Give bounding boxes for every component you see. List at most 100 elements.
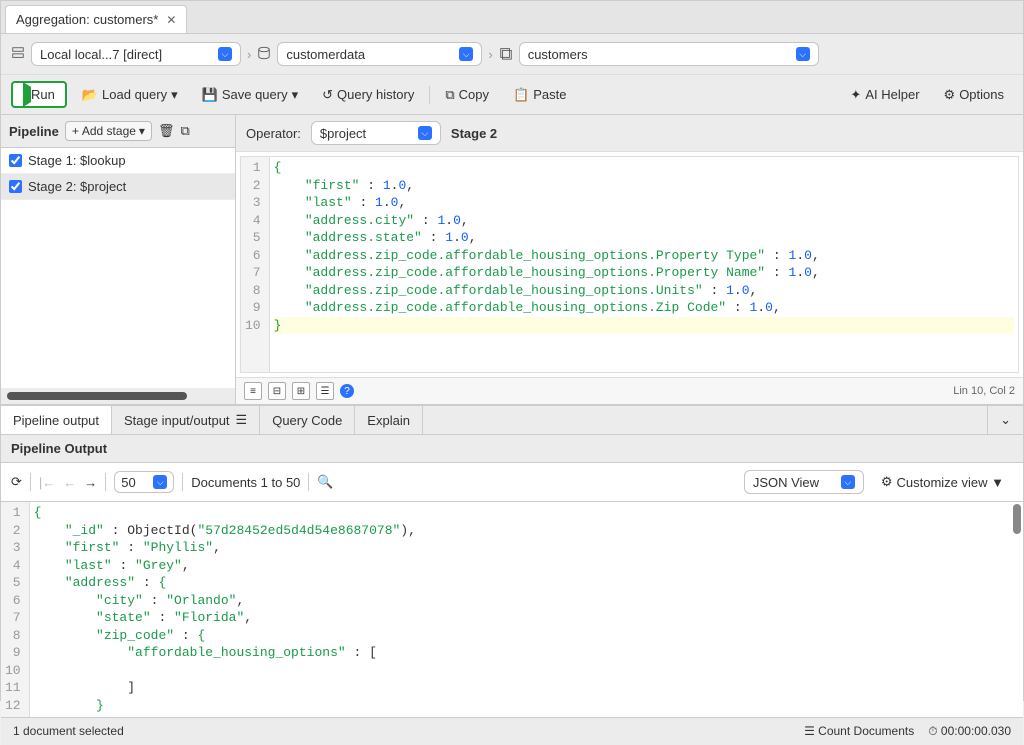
count-documents-button[interactable]: ☰ Count Documents — [804, 724, 914, 738]
stage-item[interactable]: Stage 2: $project — [1, 174, 235, 200]
expand-icon[interactable]: ⊞ — [292, 382, 310, 400]
query-history-label: Query history — [337, 87, 414, 102]
customize-view-button[interactable]: ⚙ Customize view ▼ — [872, 469, 1013, 495]
load-query-label: Load query — [102, 87, 167, 102]
tab-explain[interactable]: Explain — [355, 406, 423, 434]
customize-view-label: Customize view ▼ — [896, 475, 1004, 490]
operator-value: $project — [320, 126, 366, 141]
divider — [429, 86, 430, 104]
pipeline-title: Pipeline — [9, 124, 59, 139]
add-stage-button[interactable]: + Add stage ▾ — [65, 121, 152, 141]
output-viewer[interactable]: 123456789101112 { "_id" : ObjectId("57d2… — [1, 502, 1023, 717]
next-page-icon[interactable]: → — [84, 475, 97, 490]
list-icon: ☰ — [804, 724, 818, 738]
run-button[interactable]: Run — [11, 81, 67, 108]
line-gutter: 12345678910 — [241, 157, 270, 372]
breadcrumb-sep: › — [247, 47, 251, 62]
output-title: Pipeline Output — [1, 435, 1023, 463]
operator-label: Operator: — [246, 126, 301, 141]
query-history-button[interactable]: ↺ Query history — [313, 82, 423, 108]
database-icon — [257, 46, 271, 63]
copy-label: Copy — [459, 87, 489, 102]
clock-icon: ⏱ — [928, 724, 941, 738]
app-root: Aggregation: customers* ✕ Local local...… — [0, 0, 1024, 701]
horizontal-scrollbar[interactable] — [7, 392, 187, 400]
stage-checkbox[interactable] — [9, 180, 22, 193]
collapse-icon[interactable]: ⊟ — [268, 382, 286, 400]
connection-selector[interactable]: Local local...7 [direct] ⌵ — [31, 42, 241, 66]
format-icon[interactable]: ≡ — [244, 382, 262, 400]
chevron-down-icon: ⌵ — [459, 47, 473, 61]
document-tab[interactable]: Aggregation: customers* ✕ — [5, 5, 187, 33]
options-label: Options — [959, 87, 1004, 102]
tree-icon[interactable]: ☰ — [316, 382, 334, 400]
stage-label: Stage 2 — [451, 126, 497, 141]
ai-helper-label: AI Helper — [865, 87, 919, 102]
page-size-value: 50 — [121, 475, 135, 490]
duplicate-icon[interactable]: ⧉ — [180, 123, 189, 139]
database-selector[interactable]: customerdata ⌵ — [277, 42, 482, 66]
chevron-down-icon: ▾ — [171, 87, 178, 103]
ai-helper-button[interactable]: ✦ AI Helper — [841, 82, 928, 108]
database-label: customerdata — [286, 47, 365, 62]
search-icon[interactable]: 🔍 — [317, 474, 333, 490]
divider — [105, 473, 106, 491]
chevron-down-icon: ⌄ — [1000, 412, 1011, 428]
page-size-input[interactable]: 50 ⌵ — [114, 471, 174, 493]
vertical-scrollbar[interactable] — [1013, 504, 1021, 534]
save-query-button[interactable]: 💾 Save query ▾ — [193, 82, 307, 108]
tab-pipeline-output[interactable]: Pipeline output — [1, 406, 112, 434]
code-lines[interactable]: { "first" : 1.0, "last" : 1.0, "address.… — [270, 157, 1018, 372]
close-icon[interactable]: ✕ — [166, 13, 176, 27]
toolbar: Run 📂 Load query ▾ 💾 Save query ▾ ↺ Quer… — [1, 75, 1023, 115]
stage-label: Stage 1: $lookup — [28, 153, 126, 168]
stage-item[interactable]: Stage 1: $lookup — [1, 148, 235, 174]
options-button[interactable]: ⚙ Options — [935, 82, 1013, 108]
collapse-panel-button[interactable]: ⌄ — [987, 406, 1023, 434]
code-editor[interactable]: 12345678910 { "first" : 1.0, "last" : 1.… — [240, 156, 1019, 373]
columns-icon: ☰ — [236, 412, 248, 428]
editor-header: Operator: $project ⌵ Stage 2 — [236, 115, 1023, 152]
add-stage-label: Add stage — [82, 124, 136, 138]
copy-button[interactable]: ⧉ Copy — [436, 82, 498, 108]
stepper-icon: ⌵ — [153, 475, 167, 489]
chevron-down-icon: ⌵ — [418, 126, 432, 140]
line-gutter: 123456789101112 — [1, 502, 30, 717]
trash-icon[interactable]: 🗑 — [158, 123, 175, 139]
prev-page-icon[interactable]: ← — [63, 475, 76, 490]
output-toolbar: ⟳ |← ← → 50 ⌵ Documents 1 to 50 🔍 JSON V… — [1, 463, 1023, 502]
collection-selector[interactable]: customers ⌵ — [519, 42, 819, 66]
selection-status: 1 document selected — [13, 724, 124, 738]
load-query-button[interactable]: 📂 Load query ▾ — [73, 82, 187, 108]
tab-stage-io[interactable]: Stage input/output☰ — [112, 406, 260, 434]
chevron-down-icon: ⌵ — [841, 475, 855, 489]
view-mode-selector[interactable]: JSON View ⌵ — [744, 470, 864, 494]
chevron-down-icon: ⌵ — [796, 47, 810, 61]
divider — [30, 473, 31, 491]
pipeline-panel: Pipeline + Add stage ▾ 🗑 ⧉ Stage 1: $loo… — [1, 115, 236, 404]
refresh-icon[interactable]: ⟳ — [11, 474, 22, 490]
paste-label: Paste — [533, 87, 566, 102]
gear-icon: ⚙ — [881, 474, 893, 490]
save-icon: 💾 — [202, 87, 218, 103]
chevron-down-icon: ▾ — [139, 124, 145, 138]
stage-checkbox[interactable] — [9, 154, 22, 167]
view-mode-label: JSON View — [753, 475, 819, 490]
divider — [308, 473, 309, 491]
code-lines[interactable]: { "_id" : ObjectId("57d28452ed5d4d54e868… — [30, 502, 1023, 717]
chevron-down-icon: ⌵ — [218, 47, 232, 61]
play-icon — [23, 82, 31, 107]
output-section: Pipeline output Stage input/output☰ Quer… — [1, 405, 1023, 745]
folder-icon: 📂 — [82, 87, 98, 103]
history-icon: ↺ — [322, 87, 333, 103]
help-icon[interactable]: ? — [340, 384, 354, 398]
run-label: Run — [31, 87, 55, 102]
paste-button[interactable]: 📋 Paste — [504, 82, 575, 108]
chevron-down-icon: ▾ — [292, 87, 299, 103]
copy-icon: ⧉ — [445, 87, 454, 103]
tab-query-code[interactable]: Query Code — [260, 406, 355, 434]
gear-icon: ⚙ — [944, 87, 956, 103]
first-page-icon[interactable]: |← — [39, 475, 55, 490]
doc-range-label: Documents 1 to 50 — [191, 475, 300, 490]
operator-selector[interactable]: $project ⌵ — [311, 121, 441, 145]
